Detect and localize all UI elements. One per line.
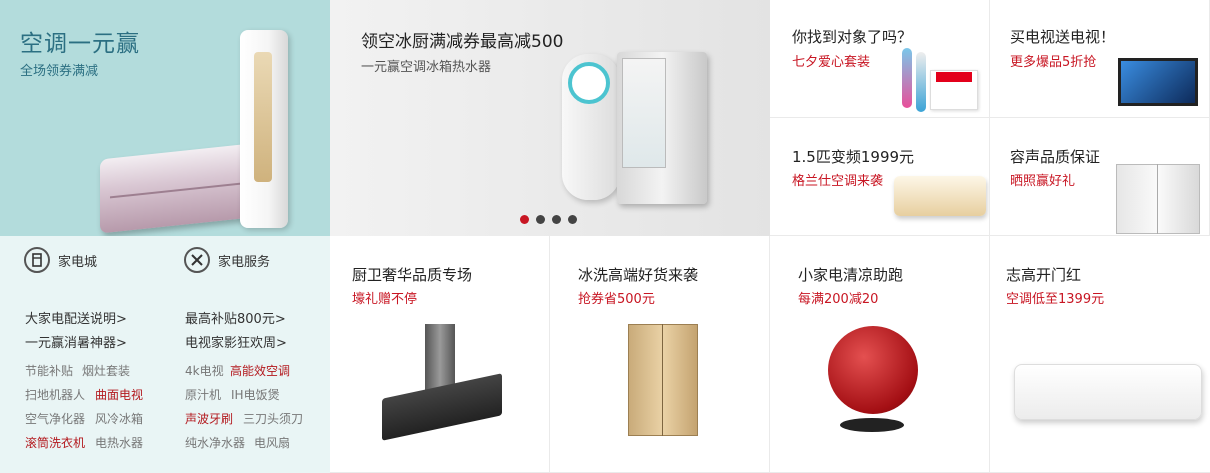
tile-subtitle: 壕礼赠不停 <box>352 292 418 307</box>
nav-label-mall: 家电城 <box>58 254 98 270</box>
tile-ronshen-fridge[interactable]: 容声品质保证 晒照赢好礼 <box>990 118 1210 236</box>
tile-tv-promo[interactable]: 买电视送电视！ 更多爆品5折抢 <box>990 0 1210 118</box>
link-delivery-info[interactable]: 大家电配送说明> <box>25 308 127 327</box>
toothbrush-image <box>916 52 926 112</box>
tag-link[interactable]: 空气净化器 <box>25 410 85 427</box>
carousel-dot-active[interactable] <box>520 215 529 224</box>
tile-title: 冰洗高端好货来袭 <box>578 266 699 284</box>
fan-ring <box>568 62 610 104</box>
tag-link[interactable]: 原汁机 <box>185 386 221 403</box>
floor-ac-panel <box>254 52 272 182</box>
brand-strip <box>936 72 972 82</box>
banner-title: 领空冰厨满减券最高减500 <box>361 32 564 52</box>
tag-link[interactable]: 声波牙刷 <box>185 410 233 427</box>
tag-link[interactable]: 滚筒洗衣机 <box>25 434 85 451</box>
tile-subtitle: 七夕爱心套装 <box>792 55 871 70</box>
category-nav: 家电城 家电服务 <box>0 236 330 284</box>
fan-base <box>840 418 904 432</box>
nav-label-service: 家电服务 <box>218 254 271 270</box>
fridge-icon <box>24 247 50 273</box>
tile-valentine-toothbrush[interactable]: 你找到对象了吗？ 七夕爱心套装 <box>770 0 990 118</box>
tile-chigo-ac[interactable]: 志高开门红 空调低至1399元 <box>990 236 1210 473</box>
tag-link[interactable]: 三刀头须刀 <box>243 410 303 427</box>
tag-link[interactable]: 电风扇 <box>254 434 290 451</box>
wall-ac-white-image <box>1014 364 1202 420</box>
tile-fridge-washer[interactable]: 冰洗高端好货来袭 抢券省500元 <box>550 236 770 473</box>
tile-title: 志高开门红 <box>1006 266 1082 284</box>
tools-icon <box>184 247 210 273</box>
tile-kitchen[interactable]: 厨卫奢华品质专场 壕礼赠不停 <box>330 236 550 473</box>
carousel-dots <box>520 215 577 224</box>
tag-link[interactable]: 4k电视 <box>185 362 224 379</box>
nav-appliance-mall[interactable]: 家电城 <box>24 247 97 273</box>
quick-links-panel: 大家电配送说明> 最高补贴800元> 一元赢消暑神器> 电视家影狂欢周> 节能补… <box>0 284 330 473</box>
carousel-dot[interactable] <box>536 215 545 224</box>
tag-link[interactable]: 高能效空调 <box>230 362 290 379</box>
tile-subtitle: 每满200减20 <box>798 292 879 307</box>
carousel-banner[interactable]: 领空冰厨满减券最高减500 一元赢空调冰箱热水器 <box>330 0 770 236</box>
french-door-fridge-image <box>628 324 698 436</box>
nav-appliance-service[interactable]: 家电服务 <box>184 247 270 273</box>
tile-title: 厨卫奢华品质专场 <box>352 266 473 284</box>
tag-link[interactable]: 节能补贴 <box>25 362 73 379</box>
tag-link[interactable]: 电热水器 <box>95 434 143 451</box>
tile-subtitle: 格兰仕空调来袭 <box>792 174 884 189</box>
tile-small-appliance[interactable]: 小家电清凉助跑 每满200减20 <box>770 236 990 473</box>
tag-link[interactable]: 烟灶套装 <box>82 362 130 379</box>
tag-link[interactable]: 纯水净水器 <box>185 434 245 451</box>
link-subsidy[interactable]: 最高补贴800元> <box>185 308 286 327</box>
tile-galanz-ac[interactable]: 1.5匹变频1999元 格兰仕空调来袭 <box>770 118 990 236</box>
tile-title: 小家电清凉助跑 <box>798 266 904 284</box>
fridge-divider <box>662 324 663 436</box>
tag-link[interactable]: 扫地机器人 <box>25 386 85 403</box>
tag-link[interactable]: 曲面电视 <box>95 386 143 403</box>
link-one-yuan[interactable]: 一元赢消暑神器> <box>25 332 127 351</box>
tile-title: 1.5匹变频1999元 <box>792 148 915 166</box>
promo-title: 空调一元赢 <box>20 31 140 57</box>
tile-subtitle: 抢券省500元 <box>578 292 655 307</box>
tv-image <box>1118 58 1198 106</box>
tag-link[interactable]: IH电饭煲 <box>231 386 280 403</box>
bladeless-fan-red-image <box>828 326 918 414</box>
carousel-dot[interactable] <box>568 215 577 224</box>
promo-subtitle: 全场领券满减 <box>20 64 99 79</box>
tile-title: 容声品质保证 <box>1010 148 1101 166</box>
fridge-shelves <box>622 58 666 168</box>
tile-subtitle: 晒照赢好礼 <box>1010 174 1076 189</box>
fridge-divider <box>1157 164 1158 234</box>
wall-ac-image <box>894 176 986 216</box>
toothbrush-image <box>902 48 912 108</box>
tile-subtitle: 更多爆品5折抢 <box>1010 55 1097 70</box>
tile-title: 买电视送电视！ <box>1010 28 1116 46</box>
carousel-dot[interactable] <box>552 215 561 224</box>
tile-subtitle: 空调低至1399元 <box>1006 292 1105 307</box>
banner-subtitle: 一元赢空调冰箱热水器 <box>361 60 492 75</box>
link-tv-week[interactable]: 电视家影狂欢周> <box>185 332 287 351</box>
promo-ac-banner[interactable]: 空调一元赢 全场领券满减 <box>0 0 330 236</box>
tag-link[interactable]: 风冷冰箱 <box>95 410 143 427</box>
tile-title: 你找到对象了吗？ <box>792 28 913 46</box>
side-by-side-fridge-image <box>1116 164 1200 234</box>
